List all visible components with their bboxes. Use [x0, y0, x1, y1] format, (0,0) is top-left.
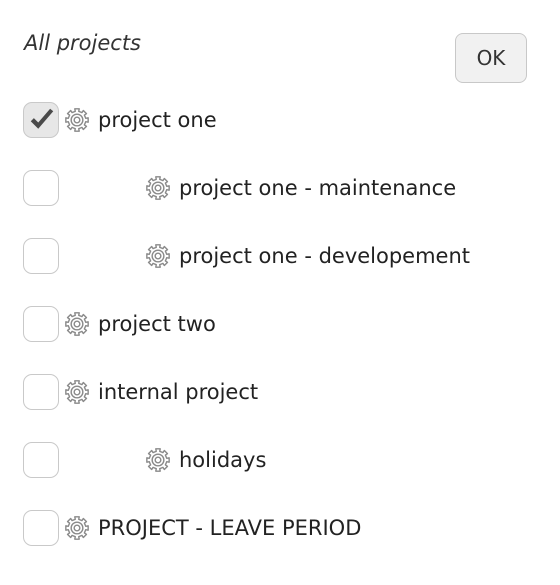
- project-label: project one - maintenance: [179, 176, 457, 200]
- project-checkbox[interactable]: [23, 374, 59, 410]
- project-entry: holidays: [145, 442, 266, 478]
- project-row: project one - developement: [0, 222, 560, 290]
- gear-icon: [146, 244, 170, 268]
- project-row: project two: [0, 290, 560, 358]
- gear-icon: [65, 108, 89, 132]
- project-row: holidays: [0, 426, 560, 494]
- project-checkbox[interactable]: [23, 306, 59, 342]
- gear-icon: [65, 516, 89, 540]
- all-projects-label: All projects: [24, 31, 141, 55]
- gear-icon: [65, 380, 89, 404]
- project-label: project one: [98, 108, 217, 132]
- project-label: project two: [98, 312, 216, 336]
- project-checkbox[interactable]: [23, 510, 59, 546]
- project-entry: PROJECT - LEAVE PERIOD: [64, 510, 361, 546]
- ok-button[interactable]: OK: [455, 33, 527, 83]
- project-entry: project two: [64, 306, 216, 342]
- project-row: project one - maintenance: [0, 154, 560, 222]
- project-entry: project one: [64, 102, 217, 138]
- project-checkbox[interactable]: [23, 238, 59, 274]
- gear-icon: [65, 312, 89, 336]
- project-checkbox[interactable]: [23, 102, 59, 138]
- gear-icon: [146, 448, 170, 472]
- project-entry: internal project: [64, 374, 258, 410]
- project-checkbox[interactable]: [23, 442, 59, 478]
- project-checkbox[interactable]: [23, 170, 59, 206]
- project-label: holidays: [179, 448, 267, 472]
- project-label: project one - developement: [179, 244, 471, 268]
- project-entry: project one - maintenance: [145, 170, 456, 206]
- project-list: project one project one - maintenance pr…: [0, 86, 560, 562]
- project-entry: project one - developement: [145, 238, 470, 274]
- checkmark-icon: [30, 108, 54, 129]
- project-label: PROJECT - LEAVE PERIOD: [98, 516, 362, 540]
- project-label: internal project: [98, 380, 259, 404]
- project-row: internal project: [0, 358, 560, 426]
- project-row: project one: [0, 86, 560, 154]
- gear-icon: [146, 176, 170, 200]
- project-row: PROJECT - LEAVE PERIOD: [0, 494, 560, 562]
